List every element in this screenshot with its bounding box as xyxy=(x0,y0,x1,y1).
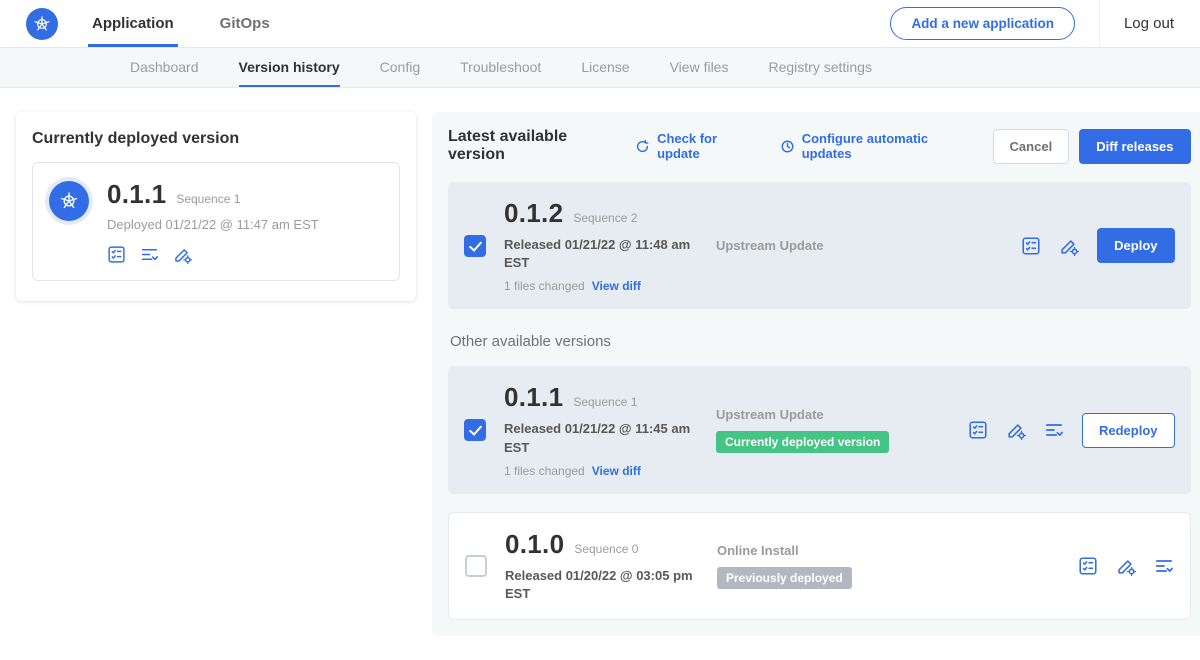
diff-releases-button[interactable]: Diff releases xyxy=(1079,129,1190,164)
subnav-tab-dashboard[interactable]: Dashboard xyxy=(130,48,199,87)
kubernetes-icon xyxy=(32,14,52,34)
logs-icon[interactable] xyxy=(1044,420,1064,440)
logout-link[interactable]: Log out xyxy=(1099,0,1174,47)
version-checkbox[interactable] xyxy=(464,419,486,441)
version-history-panel: Latest available version Check for updat… xyxy=(432,112,1200,636)
check-for-update-label: Check for update xyxy=(657,131,754,161)
kubernetes-icon xyxy=(58,190,80,212)
source-label: Upstream Update xyxy=(716,238,968,253)
release-notes-icon[interactable] xyxy=(1021,236,1041,256)
check-for-update-link[interactable]: Check for update xyxy=(635,131,754,161)
version-source: Online Install Previously deployed xyxy=(717,543,969,589)
released-timestamp: Released 01/21/22 @ 11:45 am EST xyxy=(504,420,694,456)
version-row-0-1-1: 0.1.1 Sequence 1 Released 01/21/22 @ 11:… xyxy=(448,366,1191,493)
config-icon[interactable] xyxy=(1116,556,1136,576)
logs-icon[interactable] xyxy=(1154,556,1174,576)
source-label: Online Install xyxy=(717,543,969,558)
version-checkbox[interactable] xyxy=(465,555,487,577)
files-changed-label: 1 files changed xyxy=(504,464,585,478)
deployed-actions xyxy=(107,245,319,264)
released-timestamp: Released 01/21/22 @ 11:48 am EST xyxy=(504,236,694,272)
main-content: Currently deployed version 0.1.1 Sequenc… xyxy=(0,88,1200,660)
config-icon[interactable] xyxy=(1006,420,1026,440)
sequence-label: Sequence 1 xyxy=(573,395,637,409)
top-bar-right: Add a new application Log out xyxy=(890,0,1174,47)
version-row-0-1-2: 0.1.2 Sequence 2 Released 01/21/22 @ 11:… xyxy=(448,182,1191,309)
deployed-app-icon xyxy=(49,181,89,221)
release-notes-icon[interactable] xyxy=(107,245,126,264)
view-diff-link[interactable]: View diff xyxy=(592,464,641,478)
latest-version-header: Latest available version Check for updat… xyxy=(448,128,1191,164)
configure-automatic-updates-link[interactable]: Configure automatic updates xyxy=(780,131,967,161)
files-changed-label: 1 files changed xyxy=(504,279,585,293)
subnav-tab-registry-settings[interactable]: Registry settings xyxy=(768,48,871,87)
sequence-label: Sequence 2 xyxy=(573,211,637,225)
deployed-version-card: 0.1.1 Sequence 1 Deployed 01/21/22 @ 11:… xyxy=(32,162,400,281)
app-sub-navigation: Dashboard Version history Config Trouble… xyxy=(0,48,1200,88)
version-actions: Redeploy xyxy=(968,413,1175,448)
version-info: 0.1.2 Sequence 2 Released 01/21/22 @ 11:… xyxy=(504,198,716,293)
release-notes-icon[interactable] xyxy=(1078,556,1098,576)
currently-deployed-card: Currently deployed version 0.1.1 Sequenc… xyxy=(16,112,416,301)
version-number: 0.1.0 xyxy=(505,529,564,560)
version-info: 0.1.1 Sequence 1 Released 01/21/22 @ 11:… xyxy=(504,382,716,477)
deploy-button[interactable]: Deploy xyxy=(1097,228,1174,263)
version-number: 0.1.2 xyxy=(504,198,563,229)
config-icon[interactable] xyxy=(1059,236,1079,256)
version-actions: Deploy xyxy=(1021,228,1174,263)
version-source: Upstream Update Currently deployed versi… xyxy=(716,407,968,453)
refresh-icon xyxy=(635,139,650,154)
config-icon[interactable] xyxy=(173,245,192,264)
configure-automatic-updates-label: Configure automatic updates xyxy=(802,131,967,161)
deployed-version-number: 0.1.1 xyxy=(107,179,166,210)
logs-icon[interactable] xyxy=(140,245,159,264)
deployed-version-details: 0.1.1 Sequence 1 Deployed 01/21/22 @ 11:… xyxy=(107,179,319,264)
app-logo xyxy=(26,8,58,40)
subnav-tab-config[interactable]: Config xyxy=(380,48,420,87)
top-bar: Application GitOps Add a new application… xyxy=(0,0,1200,48)
sequence-label: Sequence 0 xyxy=(574,542,638,556)
status-badge: Previously deployed xyxy=(717,567,852,589)
top-navigation: Application GitOps xyxy=(88,0,312,47)
version-actions xyxy=(1078,556,1174,576)
source-label: Upstream Update xyxy=(716,407,968,422)
deployed-sequence-label: Sequence 1 xyxy=(176,192,240,206)
subnav-tab-view-files[interactable]: View files xyxy=(670,48,729,87)
version-row-0-1-0: 0.1.0 Sequence 0 Released 01/20/22 @ 03:… xyxy=(448,512,1191,620)
version-info: 0.1.0 Sequence 0 Released 01/20/22 @ 03:… xyxy=(505,529,717,603)
subnav-tab-troubleshoot[interactable]: Troubleshoot xyxy=(460,48,541,87)
other-versions-title: Other available versions xyxy=(450,333,1191,350)
subnav-tab-license[interactable]: License xyxy=(581,48,629,87)
status-badge: Currently deployed version xyxy=(716,431,889,453)
version-number: 0.1.1 xyxy=(504,382,563,413)
version-source: Upstream Update xyxy=(716,238,968,253)
cancel-button[interactable]: Cancel xyxy=(993,129,1070,164)
redeploy-button[interactable]: Redeploy xyxy=(1082,413,1175,448)
view-diff-link[interactable]: View diff xyxy=(592,279,641,293)
release-notes-icon[interactable] xyxy=(968,420,988,440)
tab-gitops[interactable]: GitOps xyxy=(216,0,274,47)
version-checkbox[interactable] xyxy=(464,235,486,257)
deployed-timestamp: Deployed 01/21/22 @ 11:47 am EST xyxy=(107,217,319,232)
subnav-tab-version-history[interactable]: Version history xyxy=(239,48,340,87)
currently-deployed-title: Currently deployed version xyxy=(32,130,400,148)
latest-version-title: Latest available version xyxy=(448,128,615,164)
released-timestamp: Released 01/20/22 @ 03:05 pm EST xyxy=(505,567,695,603)
add-application-button[interactable]: Add a new application xyxy=(890,7,1075,40)
tab-application[interactable]: Application xyxy=(88,0,178,47)
clock-icon xyxy=(780,139,795,154)
